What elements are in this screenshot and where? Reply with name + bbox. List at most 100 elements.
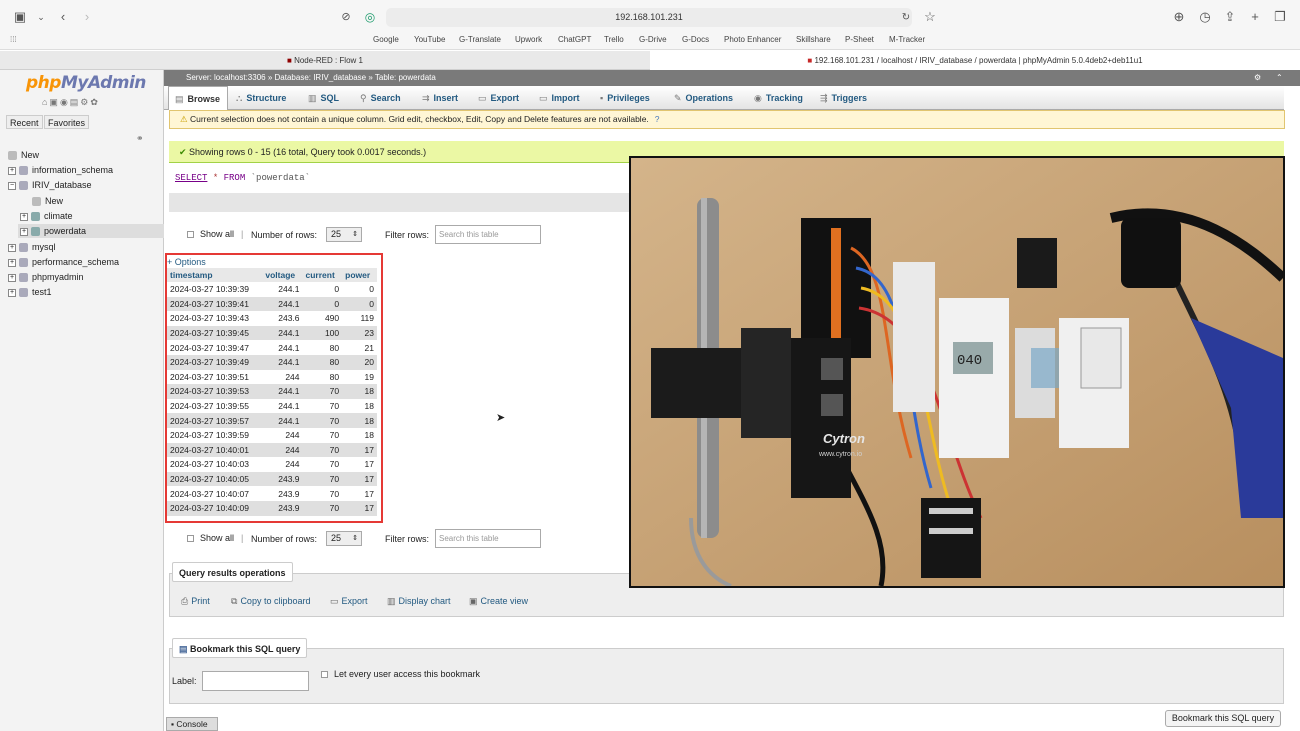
tree-db-test1[interactable]: + test1 xyxy=(8,285,52,299)
bookmark-item[interactable]: G-Docs xyxy=(682,34,709,46)
bookmark-submit-button[interactable]: Bookmark this SQL query xyxy=(1165,710,1281,727)
tree-db-iriv[interactable]: − IRIV_database xyxy=(8,178,92,192)
new-tab-icon[interactable]: + xyxy=(1247,9,1263,25)
bookmark-item[interactable]: M-Tracker xyxy=(889,34,925,46)
back-icon[interactable]: ‹ xyxy=(55,9,71,25)
expand-icon[interactable]: + xyxy=(8,166,16,175)
tree-db-mysql[interactable]: + mysql xyxy=(8,240,56,254)
tab-phpmyadmin[interactable]: ■ 192.168.101.231 / localhost / IRIV_dat… xyxy=(650,51,1300,70)
table-row: 2024-03-27 10:39:39 244.1 0 0 xyxy=(167,282,377,297)
bookmark-item[interactable]: Skillshare xyxy=(796,34,831,46)
copy-to-clipboard-link[interactable]: ⧉ Copy to clipboard xyxy=(231,596,310,607)
tab-privileges[interactable]: ▪ Privileges xyxy=(600,86,650,110)
tab-import[interactable]: ▭ Import xyxy=(539,86,580,110)
share-icon[interactable]: ⇪ xyxy=(1222,9,1238,25)
console-tab[interactable]: ▪ Console xyxy=(166,717,218,731)
bookmark-item[interactable]: G-Translate xyxy=(459,34,501,46)
bookmark-label: Label: xyxy=(172,676,197,686)
print-link[interactable]: ⎙ Print xyxy=(181,596,210,607)
star-icon[interactable]: ☆ xyxy=(922,9,938,25)
tab-export[interactable]: ▭ Export xyxy=(478,86,519,110)
tree-db-performance-schema[interactable]: + performance_schema xyxy=(8,255,119,269)
reload-icon[interactable]: ↻ xyxy=(898,10,914,26)
view-icon: ▣ xyxy=(469,596,478,606)
chevron-down-icon[interactable]: ⌄ xyxy=(33,9,49,25)
bookmark-item[interactable]: Photo Enhancer xyxy=(724,34,781,46)
breadcrumb-server[interactable]: Server: localhost:3306 xyxy=(186,73,266,82)
tab-structure[interactable]: ⛬ Structure xyxy=(236,86,286,110)
bookmark-item[interactable]: Google xyxy=(373,34,399,46)
address-bar[interactable]: 192.168.101.231 xyxy=(386,8,912,27)
display-chart-link[interactable]: ▥ Display chart xyxy=(387,596,451,607)
column-header-timestamp[interactable]: timestamp xyxy=(167,268,263,282)
options-link[interactable]: + Options xyxy=(167,257,206,267)
bookmark-share[interactable]: Let every user access this bookmark xyxy=(321,669,480,679)
column-header-power[interactable]: power xyxy=(342,268,377,282)
tab-recent[interactable]: Recent xyxy=(6,115,43,129)
gear-icon[interactable]: ⚙ xyxy=(1254,70,1261,86)
table-row: 2024-03-27 10:39:59 244 70 18 xyxy=(167,427,377,443)
table-cell-current: 70 xyxy=(302,384,343,399)
table-cell-power: 18 xyxy=(342,413,377,428)
num-rows-select[interactable]: 25 ⇕ xyxy=(326,531,362,546)
download-icon[interactable]: ⊕ xyxy=(1171,9,1187,25)
bookmark-item[interactable]: G-Drive xyxy=(639,34,667,46)
bookmark-item[interactable]: Upwork xyxy=(515,34,542,46)
bookmark-item[interactable]: YouTube xyxy=(414,34,445,46)
expand-icon[interactable]: + xyxy=(20,212,28,221)
tree-db-phpmyadmin[interactable]: + phpmyadmin xyxy=(8,270,84,284)
tree-table-climate[interactable]: + climate xyxy=(20,209,73,223)
bookmark-label-input[interactable] xyxy=(202,671,309,691)
tab-tracking[interactable]: ◉ Tracking xyxy=(754,86,803,110)
show-all-checkbox[interactable] xyxy=(187,231,194,239)
expand-icon[interactable]: + xyxy=(20,227,28,236)
tree-new[interactable]: New xyxy=(8,148,39,162)
sidebar-toggle-icon[interactable]: ▣ xyxy=(12,9,28,25)
num-rows-select[interactable]: 25 ⇕ xyxy=(326,227,362,242)
expand-icon[interactable]: + xyxy=(8,288,16,297)
collapse-icon[interactable]: − xyxy=(8,181,16,190)
column-header-voltage[interactable]: voltage xyxy=(262,268,303,282)
create-view-link[interactable]: ▣ Create view xyxy=(469,596,528,607)
extension-icon[interactable]: ◎ xyxy=(362,9,378,25)
breadcrumb-table[interactable]: Table: powerdata xyxy=(375,73,436,82)
show-all-bottom[interactable]: Show all xyxy=(187,530,234,546)
export-link[interactable]: ▭ Export xyxy=(330,596,368,607)
filter-input[interactable]: Search this table xyxy=(435,225,541,244)
expand-icon[interactable]: + xyxy=(8,273,16,282)
filter-input[interactable]: Search this table xyxy=(435,529,541,548)
tab-triggers[interactable]: ⇶ Triggers xyxy=(820,86,867,110)
tab-operations[interactable]: ✎ Operations xyxy=(674,86,733,110)
expand-icon[interactable]: + xyxy=(8,243,16,252)
show-all-checkbox[interactable] xyxy=(187,535,194,543)
phpmyadmin-logo[interactable]: phpMyAdmin xyxy=(26,73,146,93)
tab-node-red[interactable]: ■ Node-RED : Flow 1 xyxy=(0,51,650,70)
expand-icon[interactable]: + xyxy=(8,258,16,267)
column-header-current[interactable]: current xyxy=(302,268,343,282)
show-all-top[interactable]: Show all xyxy=(187,226,234,242)
nav-icons[interactable]: ⌂▣◉▤⚙✿ xyxy=(42,97,100,108)
sql-query-box[interactable]: SELECT * FROM `powerdata` xyxy=(169,163,629,193)
tab-overview-icon[interactable]: ❐ xyxy=(1272,9,1288,25)
tree-new-table[interactable]: New xyxy=(32,194,63,208)
bookmark-item[interactable]: Trello xyxy=(604,34,624,46)
help-icon[interactable]: ? xyxy=(655,114,660,124)
share-checkbox[interactable] xyxy=(321,671,328,679)
tab-favorites[interactable]: Favorites xyxy=(44,115,90,129)
grid-icon[interactable]: ⁞⁞⁞ xyxy=(10,34,17,46)
forward-icon[interactable]: › xyxy=(79,9,95,25)
history-icon[interactable]: ◷ xyxy=(1197,9,1213,25)
tab-insert[interactable]: ⇉ Insert xyxy=(422,86,458,110)
bookmark-item[interactable]: ChatGPT xyxy=(558,34,591,46)
tab-search[interactable]: ⚲ Search xyxy=(360,86,401,110)
bookmark-item[interactable]: P-Sheet xyxy=(845,34,874,46)
tab-browse[interactable]: ▤ Browse xyxy=(168,86,228,110)
privacy-icon[interactable]: ⊘ xyxy=(338,9,354,25)
tree-table-powerdata[interactable]: + powerdata xyxy=(18,224,164,238)
link-icon[interactable]: ⚭ xyxy=(136,133,144,144)
tab-sql[interactable]: ▥ SQL xyxy=(308,86,339,110)
breadcrumb-database[interactable]: Database: IRIV_database xyxy=(275,73,367,82)
collapse-top-icon[interactable]: ⌃ xyxy=(1276,70,1283,86)
chart-icon: ▥ xyxy=(387,596,396,606)
tree-db-information-schema[interactable]: + information_schema xyxy=(8,163,113,177)
